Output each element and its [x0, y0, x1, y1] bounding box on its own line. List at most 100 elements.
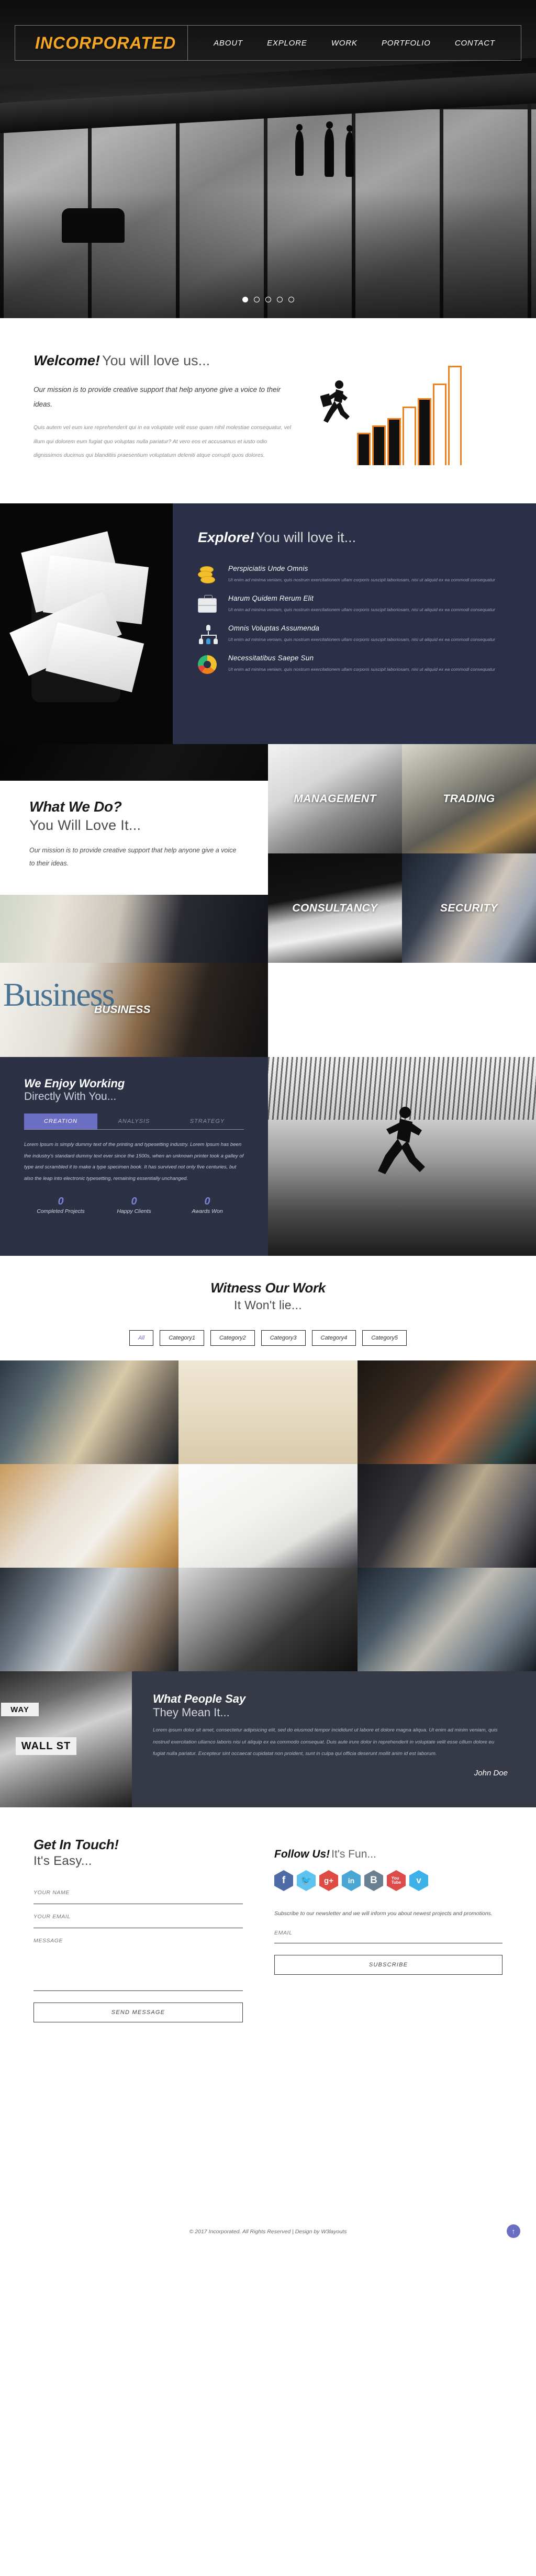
footer-copyright: © 2017 Incorporated. All Rights Reserved… — [189, 2229, 347, 2235]
running-man-silhouette-icon — [378, 1107, 425, 1174]
service-tile-consultancy[interactable]: CONSULTANCY — [268, 853, 402, 963]
service-tile-trading[interactable]: TRADING — [402, 744, 536, 853]
service-tile-business[interactable]: Business BUSINESS — [0, 963, 268, 1057]
field-your-name: YOUR NAME — [34, 1889, 243, 1904]
gallery-item-5[interactable] — [178, 1464, 358, 1568]
slider-dot-2[interactable] — [253, 297, 260, 302]
testimonial-section: WAY WALL ST What People Say They Mean It… — [0, 1671, 536, 1807]
nav-item-explore[interactable]: EXPLORE — [267, 39, 307, 48]
nav-item-portfolio[interactable]: PORTFOLIO — [382, 39, 431, 48]
work-title-light: Directly With You... — [24, 1090, 117, 1103]
twitter-icon[interactable]: 🐦 — [297, 1870, 316, 1891]
contact-title-bold: Get In Touch! — [34, 1837, 119, 1852]
welcome-text-column: Welcome! You will love us... Our mission… — [34, 353, 295, 473]
vimeo-icon[interactable]: v — [409, 1870, 428, 1891]
filter-category5[interactable]: Category5 — [362, 1330, 407, 1346]
map-strip[interactable] — [0, 2043, 536, 2206]
counter-awards-won: 0 Awards Won — [171, 1196, 244, 1214]
street-sign-way: WAY — [1, 1703, 39, 1716]
work-title-bold: We Enjoy Working — [24, 1077, 125, 1090]
gallery-item-7[interactable] — [0, 1568, 179, 1671]
gallery-item-8[interactable] — [178, 1568, 358, 1671]
filter-category2[interactable]: Category2 — [210, 1330, 255, 1346]
scroll-to-top-icon[interactable]: ↑ — [507, 2224, 520, 2238]
counter-value-awards: 0 — [204, 1196, 210, 1208]
service-tile-security[interactable]: SECURITY — [402, 853, 536, 963]
hero-slider: INCORPORATED ABOUT EXPLORE WORK PORTFOLI… — [0, 0, 536, 318]
services-section: What We Do? You Will Love It... Our miss… — [0, 744, 536, 963]
running-businessman-icon — [320, 380, 350, 423]
bar-1 — [357, 433, 371, 465]
testimonial-author: John Doe — [474, 1768, 508, 1778]
send-message-button[interactable]: SEND MESSAGE — [34, 2003, 243, 2022]
growth-chart-illustration — [316, 353, 502, 473]
nav-item-contact[interactable]: CONTACT — [455, 39, 495, 48]
services-title-bold: What We Do? — [29, 798, 122, 815]
facebook-icon[interactable]: f — [274, 1870, 293, 1891]
welcome-title-bold: Welcome! — [34, 353, 100, 368]
blogger-icon[interactable]: B — [364, 1870, 383, 1891]
portfolio-title-bold: Witness Our Work — [210, 1280, 326, 1296]
nav-item-work[interactable]: WORK — [331, 39, 358, 48]
linkedin-icon[interactable]: in — [342, 1870, 361, 1891]
gallery-item-6[interactable] — [357, 1464, 536, 1568]
feature-title-1: Perspiciatis Unde Omnis — [228, 565, 308, 572]
social-links: f 🐦 g+ in B You Tube v — [274, 1870, 502, 1891]
input-newsletter-email[interactable] — [274, 1939, 502, 1943]
feature-title-4: Necessitatibus Saepe Sun — [228, 654, 314, 662]
tab-analysis[interactable]: ANALYSIS — [97, 1113, 171, 1129]
brand-logo[interactable]: INCORPORATED — [15, 26, 188, 60]
gallery-item-1[interactable] — [0, 1360, 179, 1464]
input-your-name[interactable] — [34, 1899, 243, 1904]
service-tile-management[interactable]: MANAGEMENT — [268, 744, 402, 853]
counter-value-projects: 0 — [58, 1196, 64, 1208]
google-plus-icon[interactable]: g+ — [319, 1870, 338, 1891]
slider-dot-3[interactable] — [265, 297, 271, 302]
slider-dot-5[interactable] — [288, 297, 294, 302]
nav-item-about[interactable]: ABOUT — [214, 39, 243, 48]
explore-heading: Explore! You will love it... — [198, 530, 511, 546]
footer: © 2017 Incorporated. All Rights Reserved… — [0, 2206, 536, 2258]
filter-all[interactable]: All — [129, 1330, 154, 1346]
slider-dot-1[interactable] — [242, 297, 248, 302]
tab-creation[interactable]: CREATION — [24, 1113, 97, 1129]
slider-dots — [0, 297, 536, 302]
service-label-management: MANAGEMENT — [294, 792, 376, 805]
explore-title-bold: Explore! — [198, 530, 255, 545]
explore-title-light: You will love it... — [256, 530, 356, 545]
service-label-security: SECURITY — [440, 902, 498, 914]
filter-category4[interactable]: Category4 — [311, 1330, 356, 1346]
testimonial-quote: Lorem ipsum dolor sit amet, consectetur … — [153, 1727, 498, 1757]
youtube-icon[interactable]: You Tube — [387, 1870, 406, 1891]
portfolio-filters: All Category1 Category2 Category3 Catego… — [0, 1330, 536, 1346]
services-top-photo — [0, 744, 268, 781]
gallery-item-4[interactable] — [0, 1464, 179, 1568]
gallery-item-2[interactable] — [178, 1360, 358, 1464]
feature-text-1: Ut enim ad minima veniam, quis nostrum e… — [228, 577, 496, 582]
gallery-item-3[interactable] — [357, 1360, 536, 1464]
landing-page: INCORPORATED ABOUT EXPLORE WORK PORTFOLI… — [0, 0, 536, 2258]
counter-value-clients: 0 — [131, 1196, 137, 1208]
input-your-email[interactable] — [34, 1923, 243, 1928]
welcome-section: Welcome! You will love us... Our mission… — [0, 318, 536, 503]
field-newsletter-email: EMAIL — [274, 1930, 502, 1943]
briefcase-icon — [198, 594, 219, 615]
slider-dot-4[interactable] — [276, 297, 283, 302]
input-message[interactable] — [34, 1947, 243, 1991]
tab-strategy[interactable]: STRATEGY — [171, 1113, 244, 1129]
work-tabs: CREATION ANALYSIS STRATEGY — [24, 1113, 244, 1130]
feature-text-2: Ut enim ad minima veniam, quis nostrum e… — [228, 607, 496, 612]
subscribe-button[interactable]: SUBSCRIBE — [274, 1954, 502, 1975]
feature-text-3: Ut enim ad minima veniam, quis nostrum e… — [228, 637, 496, 642]
bar-4 — [403, 407, 416, 465]
welcome-lead: Our mission is to provide creative suppo… — [34, 386, 281, 408]
testimonial-title-bold: What People Say — [153, 1692, 246, 1705]
feature-text-4: Ut enim ad minima veniam, quis nostrum e… — [228, 667, 496, 672]
filter-category3[interactable]: Category3 — [261, 1330, 306, 1346]
silhouette-person-3 — [345, 125, 354, 177]
feature-title-2: Harum Quidem Rerum Elit — [228, 594, 314, 602]
business-newspaper-word: Business — [3, 976, 115, 1013]
gallery-item-9[interactable] — [357, 1568, 536, 1671]
filter-category1[interactable]: Category1 — [160, 1330, 204, 1346]
follow-heading: Follow Us! It's Fun... — [274, 1848, 502, 1861]
